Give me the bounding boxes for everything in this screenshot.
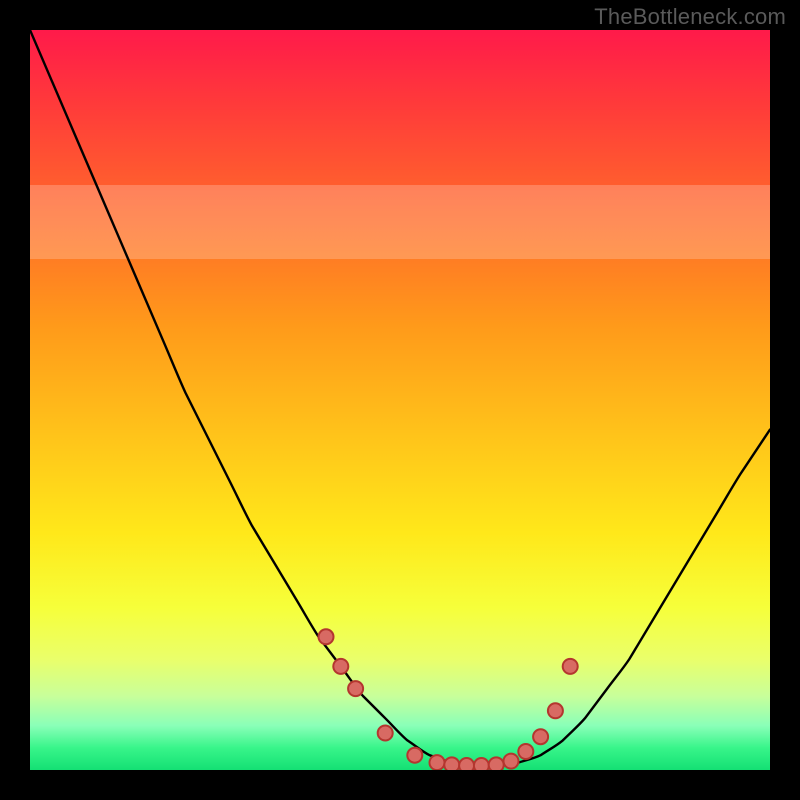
highlight-dot <box>518 744 533 759</box>
bottleneck-curve <box>30 30 770 767</box>
watermark-text: TheBottleneck.com <box>594 4 786 30</box>
highlight-dot <box>444 757 459 770</box>
highlight-dot <box>319 629 334 644</box>
highlight-dot <box>533 729 548 744</box>
optimal-range-dots <box>319 629 578 770</box>
highlight-dot <box>430 755 445 770</box>
highlight-dot <box>378 726 393 741</box>
chart-frame: TheBottleneck.com <box>0 0 800 800</box>
plot-area <box>30 30 770 770</box>
highlight-dot <box>348 681 363 696</box>
highlight-dot <box>563 659 578 674</box>
highlight-dot <box>474 758 489 770</box>
highlight-dot <box>459 758 474 770</box>
highlight-dot <box>407 748 422 763</box>
highlight-dot <box>333 659 348 674</box>
highlight-dot <box>548 703 563 718</box>
highlight-dot <box>504 754 519 769</box>
curve-layer <box>30 30 770 770</box>
highlight-dot <box>489 757 504 770</box>
